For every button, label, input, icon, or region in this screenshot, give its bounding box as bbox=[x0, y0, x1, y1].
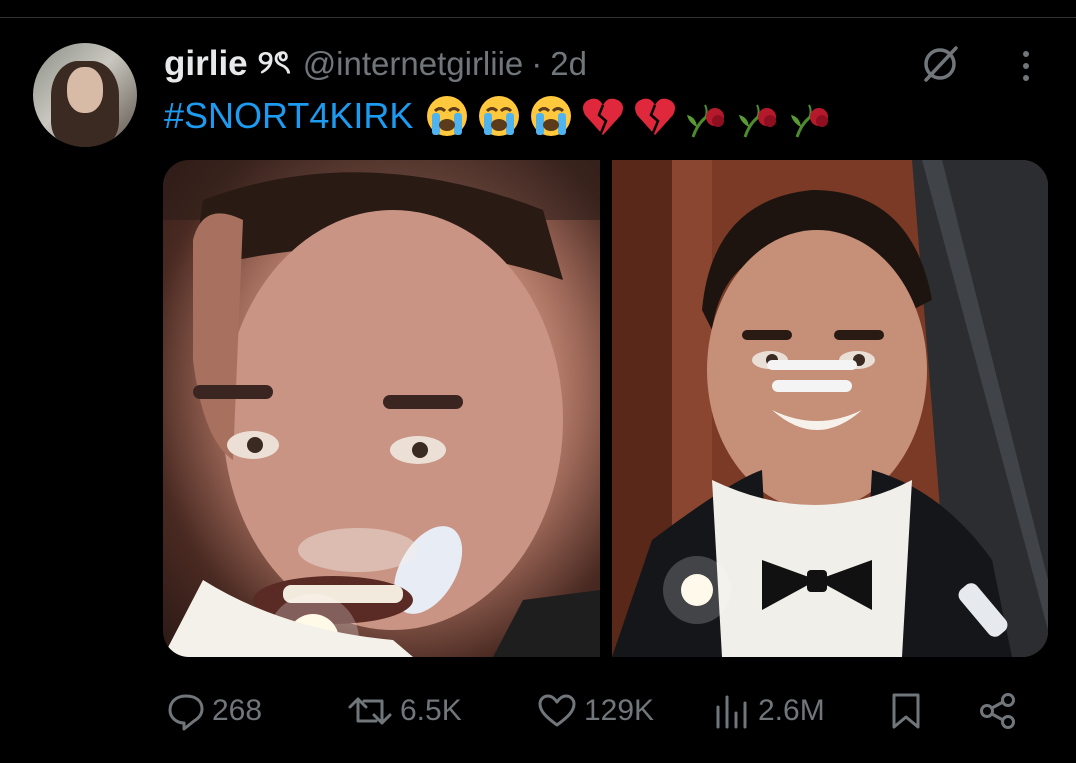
like-count: 129K bbox=[584, 694, 655, 727]
more-icon[interactable] bbox=[1012, 46, 1040, 86]
grok-icon[interactable] bbox=[918, 42, 962, 86]
tweet-header: girlie ୨ৎ @internetgirliie · 2d bbox=[164, 42, 587, 86]
repost-button[interactable]: 6.5K bbox=[346, 683, 462, 739]
avatar[interactable] bbox=[33, 43, 137, 147]
views-chart-icon bbox=[716, 695, 747, 729]
tweet-text: #SNORT4KIRK bbox=[164, 93, 835, 139]
share-button[interactable] bbox=[978, 683, 1018, 739]
reply-count: 268 bbox=[212, 694, 263, 727]
reply-icon bbox=[168, 694, 204, 731]
broken-heart-icon bbox=[635, 98, 676, 135]
wilted-flower-icon bbox=[687, 104, 725, 138]
views-button[interactable]: 2.6M bbox=[712, 683, 825, 739]
views-count: 2.6M bbox=[758, 694, 825, 727]
share-icon bbox=[980, 693, 1015, 729]
media-grid bbox=[163, 160, 1048, 657]
loudly-crying-face-icon bbox=[479, 96, 520, 136]
bookmark-button[interactable] bbox=[888, 683, 924, 739]
media-photo-left[interactable] bbox=[163, 160, 600, 657]
heart-icon bbox=[538, 694, 576, 727]
separator-dot: · bbox=[531, 45, 543, 82]
loudly-crying-face-icon bbox=[531, 96, 572, 136]
photo-right-illustration bbox=[612, 160, 1048, 657]
repost-icon bbox=[348, 697, 392, 725]
top-divider bbox=[0, 17, 1076, 18]
loudly-crying-face-icon bbox=[427, 96, 468, 136]
name-decoration: ୨ৎ bbox=[257, 44, 291, 80]
bookmark-icon bbox=[892, 693, 920, 729]
display-name[interactable]: girlie bbox=[164, 44, 248, 84]
repost-count: 6.5K bbox=[400, 694, 462, 727]
wilted-flower-icon bbox=[739, 104, 777, 138]
user-handle[interactable]: @internetgirliie bbox=[303, 45, 524, 83]
tweet-actions: 268 6.5K 129K 2.6M bbox=[166, 683, 1026, 739]
emoji-row bbox=[423, 93, 835, 139]
media-photo-right[interactable] bbox=[612, 160, 1048, 657]
wilted-flower-icon bbox=[791, 104, 829, 138]
reply-button[interactable]: 268 bbox=[166, 683, 262, 739]
hashtag-link[interactable]: #SNORT4KIRK bbox=[164, 95, 413, 137]
timestamp[interactable]: 2d bbox=[550, 45, 587, 83]
broken-heart-icon bbox=[583, 98, 624, 135]
like-button[interactable]: 129K bbox=[536, 683, 654, 739]
photo-left-illustration bbox=[163, 160, 600, 657]
